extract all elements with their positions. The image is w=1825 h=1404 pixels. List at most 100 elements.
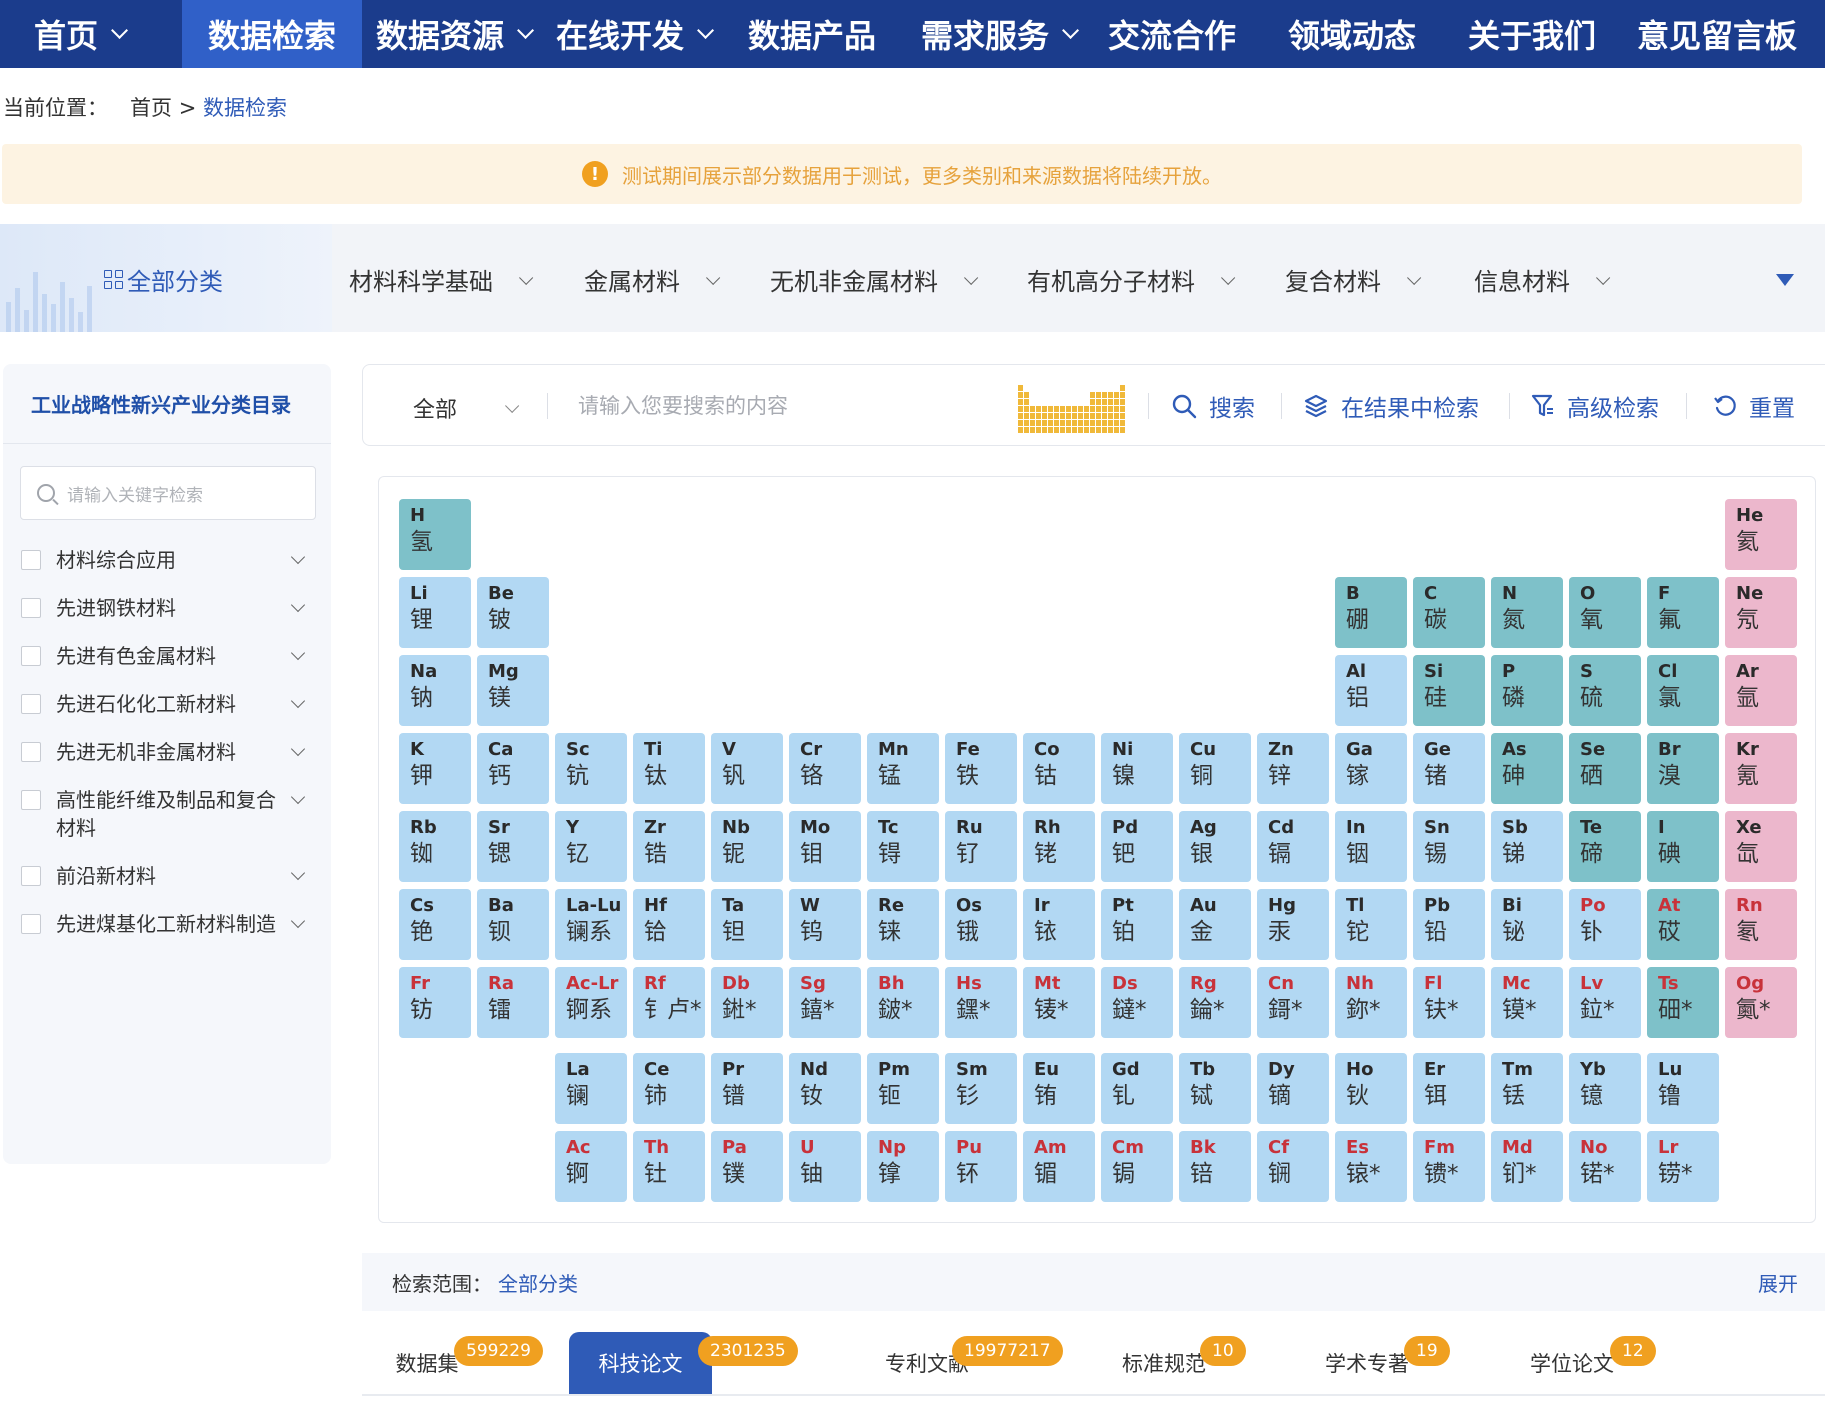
element-cell-hs[interactable]: Hs 𨭆*	[945, 967, 1017, 1038]
element-cell-at[interactable]: At 砹	[1647, 889, 1719, 960]
element-cell-fl[interactable]: Fl 𫓧*	[1413, 967, 1485, 1038]
element-cell-sb[interactable]: Sb 锑	[1491, 811, 1563, 882]
element-cell-fm[interactable]: Fm 镄*	[1413, 1131, 1485, 1202]
element-cell-b[interactable]: B硼	[1335, 577, 1407, 648]
element-cell-v[interactable]: V钒	[711, 733, 783, 804]
element-cell-te[interactable]: Te 碲	[1569, 811, 1641, 882]
sidebar-item[interactable]: 先进钢铁材料	[3, 584, 331, 632]
nav-item-data-products[interactable]: 数据产品	[732, 0, 892, 68]
element-cell-pt[interactable]: Pt 铂	[1101, 889, 1173, 960]
element-cell-rf[interactable]: Rf 钅卢*	[633, 967, 705, 1038]
element-cell-be[interactable]: Be 铍	[477, 577, 549, 648]
element-cell-os[interactable]: Os 锇	[945, 889, 1017, 960]
element-cell-dy[interactable]: Dy 镝	[1257, 1053, 1329, 1124]
checkbox[interactable]	[21, 550, 41, 570]
category-item[interactable]: 材料科学基础	[349, 262, 534, 297]
element-cell-bk[interactable]: Bk 锫	[1179, 1131, 1251, 1202]
element-cell-fe[interactable]: Fe 铁	[945, 733, 1017, 804]
element-cell-ba[interactable]: Ba 钡	[477, 889, 549, 960]
nav-item-data-resources[interactable]: 数据资源	[362, 0, 542, 68]
element-cell-la-lu[interactable]: La-Lu 镧系	[555, 889, 627, 960]
element-cell-rb[interactable]: Rb 铷	[399, 811, 471, 882]
element-cell-cs[interactable]: Cs 铯	[399, 889, 471, 960]
element-cell-na[interactable]: Na 钠	[399, 655, 471, 726]
checkbox[interactable]	[21, 694, 41, 714]
element-cell-ar[interactable]: Ar 氩	[1725, 655, 1797, 726]
reset-button[interactable]: 重置	[1713, 389, 1795, 423]
element-cell-n[interactable]: N氮	[1491, 577, 1563, 648]
element-cell-ru[interactable]: Ru 钌	[945, 811, 1017, 882]
sidebar-item[interactable]: 高性能纤维及制品和复合材料	[3, 776, 331, 852]
element-cell-ga[interactable]: Ga 镓	[1335, 733, 1407, 804]
element-cell-mc[interactable]: Mc 镆*	[1491, 967, 1563, 1038]
element-cell-cl[interactable]: Cl 氯	[1647, 655, 1719, 726]
element-cell-nd[interactable]: Nd 钕	[789, 1053, 861, 1124]
nav-item-demand-service[interactable]: 需求服务	[902, 0, 1092, 68]
element-cell-cd[interactable]: Cd 镉	[1257, 811, 1329, 882]
element-cell-bh[interactable]: Bh 𨨏*	[867, 967, 939, 1038]
element-cell-s[interactable]: S硫	[1569, 655, 1641, 726]
element-cell-sg[interactable]: Sg 𨭎*	[789, 967, 861, 1038]
checkbox[interactable]	[21, 914, 41, 934]
scope-value[interactable]: 全部分类	[498, 1268, 578, 1297]
element-cell-ac[interactable]: Ac 锕	[555, 1131, 627, 1202]
nav-item-feedback[interactable]: 意见留言板	[1622, 0, 1812, 68]
tab-monographs[interactable]: 学术专著	[1312, 1332, 1422, 1394]
element-cell-f[interactable]: F氟	[1647, 577, 1719, 648]
element-cell-ac-lr[interactable]: Ac-Lr 锕系	[555, 967, 627, 1038]
element-cell-w[interactable]: W钨	[789, 889, 861, 960]
element-cell-cu[interactable]: Cu 铜	[1179, 733, 1251, 804]
element-cell-kr[interactable]: Kr 氪	[1725, 733, 1797, 804]
element-cell-mn[interactable]: Mn 锰	[867, 733, 939, 804]
sidebar-item[interactable]: 先进无机非金属材料	[3, 728, 331, 776]
chevron-down-icon[interactable]	[290, 741, 306, 757]
element-cell-in[interactable]: In 铟	[1335, 811, 1407, 882]
element-cell-lr[interactable]: Lr 铹*	[1647, 1131, 1719, 1202]
nav-item-data-search[interactable]: 数据检索	[182, 0, 362, 68]
element-cell-rg[interactable]: Rg 錀*	[1179, 967, 1251, 1038]
element-cell-nh[interactable]: Nh 鉨*	[1335, 967, 1407, 1038]
breadcrumb-home[interactable]: 首页	[130, 96, 172, 120]
element-cell-mt[interactable]: Mt 鿏*	[1023, 967, 1095, 1038]
element-cell-k[interactable]: K钾	[399, 733, 471, 804]
element-cell-zn[interactable]: Zn 锌	[1257, 733, 1329, 804]
element-cell-ir[interactable]: Ir 铱	[1023, 889, 1095, 960]
checkbox[interactable]	[21, 598, 41, 618]
element-cell-am[interactable]: Am 镅	[1023, 1131, 1095, 1202]
element-cell-db[interactable]: Db 𨧀*	[711, 967, 783, 1038]
element-cell-al[interactable]: Al 铝	[1335, 655, 1407, 726]
element-cell-pr[interactable]: Pr 镨	[711, 1053, 783, 1124]
category-item[interactable]: 信息材料	[1474, 262, 1611, 297]
element-cell-ho[interactable]: Ho 钬	[1335, 1053, 1407, 1124]
element-cell-pa[interactable]: Pa 镤	[711, 1131, 783, 1202]
nav-item-about[interactable]: 关于我们	[1452, 0, 1612, 68]
element-cell-ta[interactable]: Ta 钽	[711, 889, 783, 960]
element-cell-og[interactable]: Og 鿫*	[1725, 967, 1797, 1038]
element-cell-c[interactable]: C碳	[1413, 577, 1485, 648]
element-cell-mo[interactable]: Mo 钼	[789, 811, 861, 882]
element-cell-eu[interactable]: Eu 铕	[1023, 1053, 1095, 1124]
element-cell-tl[interactable]: Tl 铊	[1335, 889, 1407, 960]
element-cell-md[interactable]: Md 钔*	[1491, 1131, 1563, 1202]
element-cell-pm[interactable]: Pm 钷	[867, 1053, 939, 1124]
element-cell-ti[interactable]: Ti 钛	[633, 733, 705, 804]
element-cell-sc[interactable]: Sc 钪	[555, 733, 627, 804]
nav-item-online-dev[interactable]: 在线开发	[542, 0, 722, 68]
chevron-down-icon[interactable]	[290, 913, 306, 929]
element-cell-tm[interactable]: Tm 铥	[1491, 1053, 1563, 1124]
element-cell-pb[interactable]: Pb 铅	[1413, 889, 1485, 960]
element-cell-ra[interactable]: Ra 镭	[477, 967, 549, 1038]
element-cell-np[interactable]: Np 镎	[867, 1131, 939, 1202]
element-cell-pu[interactable]: Pu 钚	[945, 1131, 1017, 1202]
sidebar-search-input[interactable]: 请输入关键字检索	[20, 466, 316, 520]
element-cell-o[interactable]: O氧	[1569, 577, 1641, 648]
checkbox[interactable]	[21, 866, 41, 886]
element-cell-th[interactable]: Th 钍	[633, 1131, 705, 1202]
element-cell-tc[interactable]: Tc 锝	[867, 811, 939, 882]
chevron-down-icon[interactable]	[290, 789, 306, 805]
element-cell-xe[interactable]: Xe 氙	[1725, 811, 1797, 882]
sidebar-item[interactable]: 材料综合应用	[3, 536, 331, 584]
element-cell-u[interactable]: U铀	[789, 1131, 861, 1202]
chevron-down-icon[interactable]	[290, 693, 306, 709]
element-cell-lu[interactable]: Lu 镥	[1647, 1053, 1719, 1124]
